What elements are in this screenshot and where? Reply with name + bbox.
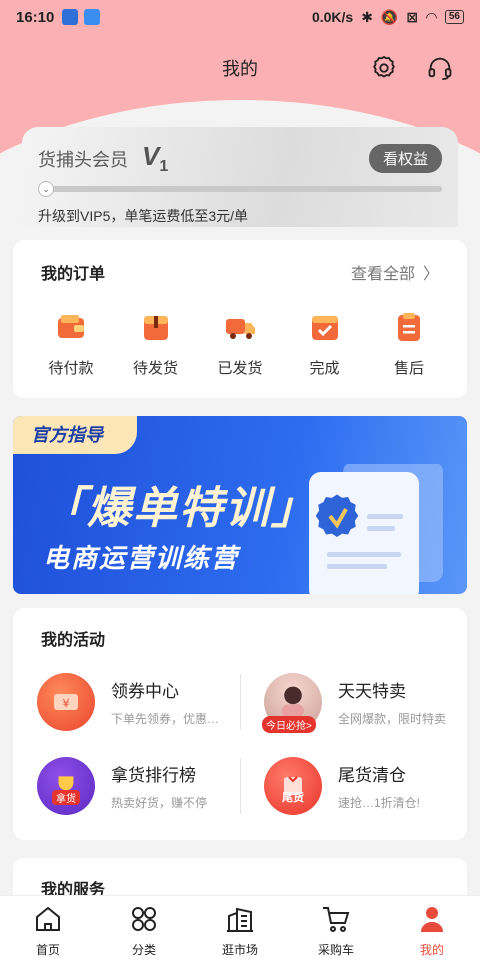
- box-icon: [143, 316, 168, 340]
- home-icon: [36, 906, 60, 931]
- cloud-notification-icon: [84, 9, 101, 25]
- vip-progress-bar: ⌄: [38, 181, 442, 198]
- check-icon: [311, 316, 338, 340]
- vip-upgrade-tip: 升级到VIP5，单笔运费低至3元/单: [38, 208, 249, 225]
- tab-market[interactable]: 逛市场: [192, 896, 288, 960]
- page-title: 我的: [222, 59, 258, 79]
- banner-tag: 官方指导: [13, 416, 137, 454]
- headset-icon[interactable]: [426, 54, 454, 82]
- daily-sale-badge: 今日必抢>: [262, 716, 316, 733]
- bluetooth-icon: ✱: [361, 8, 373, 25]
- ranking-badge: 拿货: [52, 790, 80, 805]
- status-time: 16:10: [16, 8, 55, 26]
- svg-text:¥: ¥: [63, 697, 70, 710]
- wallet-icon: [58, 315, 84, 338]
- activities-card: 我的活动 ¥ 领券中心 下单先领券，优惠… 今日必抢> 天天特卖 全网爆款，限时…: [13, 608, 467, 840]
- chevron-down-icon: ⌄: [38, 181, 54, 198]
- battery-icon: 56: [444, 10, 464, 24]
- vip-name: 货捕头会员: [38, 149, 128, 170]
- cart-icon: [323, 907, 350, 932]
- mute-icon: 🔕: [380, 8, 399, 25]
- clipboard-icon: [398, 313, 420, 341]
- tab-profile[interactable]: 我的: [384, 896, 480, 960]
- gear-icon[interactable]: [370, 54, 398, 82]
- order-pending-shipment[interactable]: 待发货: [120, 310, 192, 378]
- clearance-icon: 尾货: [264, 757, 322, 815]
- sim-icon: ⊠: [406, 8, 419, 25]
- document-illustration-icon: [309, 464, 443, 594]
- tab-cart[interactable]: 采购车: [288, 896, 384, 960]
- activity-clearance[interactable]: 尾货 尾货清仓 速抢…1折清仓!: [240, 744, 467, 828]
- tab-home[interactable]: 首页: [0, 896, 96, 960]
- vip-card[interactable]: 货捕头会员 V1 看权益 ⌄ 升级到VIP5，单笔运费低至3元/单: [22, 127, 458, 227]
- status-bar: 16:10 0.0K/s ✱ 🔕 ⊠ ◠ 56: [0, 0, 480, 34]
- bottom-tab-bar: 首页 分类 逛市场 采购车 我的: [0, 895, 480, 960]
- order-pending-payment[interactable]: 待付款: [35, 310, 107, 378]
- orders-card: 我的订单 查看全部 〉 待付款 待发货 已发货 完成 售后: [13, 240, 467, 398]
- view-rights-button[interactable]: 看权益: [368, 144, 442, 174]
- banner-subline: 电商运营训练营: [43, 543, 240, 573]
- vip-level: V1: [142, 141, 169, 176]
- truck-icon: [226, 319, 255, 339]
- market-icon: [227, 907, 253, 932]
- view-all-orders-link[interactable]: 查看全部 〉: [351, 260, 439, 284]
- clearance-badge: 尾货: [282, 792, 304, 804]
- activity-coupon-center[interactable]: ¥ 领券中心 下单先领券，优惠…: [13, 660, 240, 744]
- profile-icon: [421, 907, 443, 932]
- trophy-icon: 拿货: [37, 757, 95, 815]
- order-completed[interactable]: 完成: [289, 310, 361, 378]
- order-shipped[interactable]: 已发货: [204, 310, 276, 378]
- wifi-icon: ◠: [426, 8, 437, 25]
- chevron-right-icon: 〉: [422, 266, 439, 283]
- flash-sale-icon: 今日必抢>: [262, 673, 322, 733]
- network-speed: 0.0K/s: [311, 9, 354, 25]
- activity-ranking[interactable]: 拿货 拿货排行榜 热卖好货，赚不停: [13, 744, 240, 828]
- tab-category[interactable]: 分类: [96, 896, 192, 960]
- order-after-sales[interactable]: 售后: [373, 310, 445, 378]
- training-banner[interactable]: 官方指导 「爆单特训」 电商运营训练营: [13, 416, 467, 594]
- orders-title: 我的订单: [41, 266, 106, 283]
- activity-daily-sale[interactable]: 今日必抢> 天天特卖 全网爆款，限时特卖: [240, 660, 467, 744]
- category-icon: [132, 907, 156, 931]
- activities-title: 我的活动: [41, 632, 106, 649]
- banner-headline: 「爆单特训」: [41, 484, 317, 533]
- top-nav: 我的: [0, 44, 480, 92]
- app-notification-icon: [62, 9, 79, 25]
- coupon-icon: ¥: [37, 673, 95, 731]
